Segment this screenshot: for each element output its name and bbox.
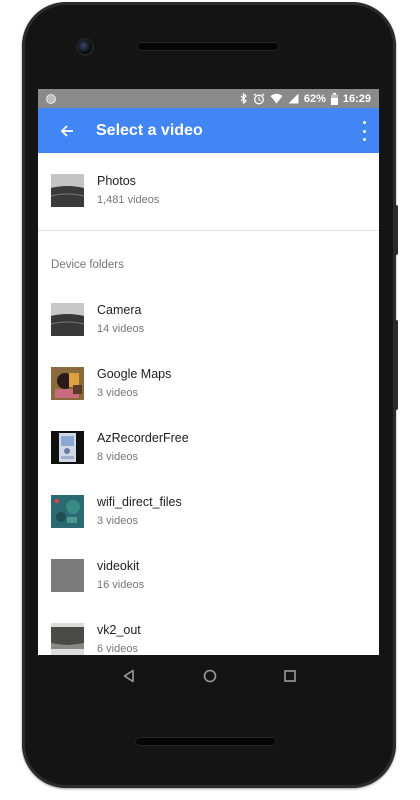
- list-item-folder[interactable]: AzRecorderFree 8 videos: [38, 415, 379, 479]
- video-count: 3 videos: [97, 514, 138, 527]
- folder-name: AzRecorderFree: [97, 430, 189, 445]
- app-bar: Select a video: [38, 108, 379, 153]
- signal-icon: [288, 93, 299, 104]
- section-header: Device folders: [51, 259, 124, 271]
- status-bar: 62% 16:29: [38, 89, 379, 108]
- bluetooth-icon: [240, 93, 247, 104]
- clock: 16:29: [342, 92, 371, 105]
- folder-name: Camera: [97, 302, 142, 317]
- list-item-folder[interactable]: Google Maps 3 videos: [38, 351, 379, 415]
- folder-thumbnail: [51, 302, 84, 336]
- nav-home-icon[interactable]: [203, 669, 217, 683]
- bottom-speaker: [135, 737, 277, 746]
- arrow-back-icon: [60, 124, 73, 137]
- earpiece-speaker: [137, 42, 279, 51]
- folder-thumbnail: [51, 622, 84, 655]
- screen: 62% 16:29 Select a video Photos 1,481 vi…: [38, 89, 379, 655]
- folder-thumbnail: [51, 366, 84, 400]
- video-count: 16 videos: [97, 578, 145, 591]
- folder-thumbnail: [51, 494, 84, 528]
- navigation-bar: [38, 655, 379, 697]
- list-item-folder[interactable]: wifi_direct_files 3 videos: [38, 479, 379, 543]
- page-title: Select a video: [96, 121, 203, 139]
- list-item-folder[interactable]: Camera 14 videos: [38, 287, 379, 351]
- nav-back-icon[interactable]: [122, 669, 136, 683]
- alarm-icon: [253, 93, 265, 104]
- front-camera: [78, 40, 92, 54]
- folder-thumbnail: [51, 173, 84, 207]
- power-button: [394, 205, 398, 255]
- list-item-folder[interactable]: videokit 16 videos: [38, 543, 379, 607]
- list-item-folder[interactable]: vk2_out 6 videos: [38, 607, 379, 655]
- nav-recents-icon[interactable]: [283, 670, 296, 682]
- folder-thumbnail: [51, 558, 84, 592]
- notification-icon: [46, 93, 56, 104]
- video-count: 3 videos: [97, 386, 138, 399]
- video-count: 14 videos: [97, 322, 145, 335]
- folder-thumbnail: [51, 430, 84, 464]
- folder-name: vk2_out: [97, 622, 141, 637]
- battery-icon: [330, 92, 338, 105]
- more-options-button[interactable]: [359, 121, 369, 141]
- video-count: 8 videos: [97, 450, 138, 463]
- list-item-photos[interactable]: Photos 1,481 videos: [38, 158, 379, 222]
- video-count: 6 videos: [97, 642, 138, 655]
- battery-percent: 62%: [303, 92, 326, 105]
- back-button[interactable]: [38, 108, 96, 153]
- folder-name: wifi_direct_files: [97, 494, 182, 509]
- folder-name: Photos: [97, 173, 136, 188]
- wifi-icon: [270, 93, 283, 104]
- folder-name: videokit: [97, 558, 140, 573]
- folder-name: Google Maps: [97, 366, 172, 381]
- volume-button: [394, 320, 398, 410]
- video-count: 1,481 videos: [97, 193, 160, 206]
